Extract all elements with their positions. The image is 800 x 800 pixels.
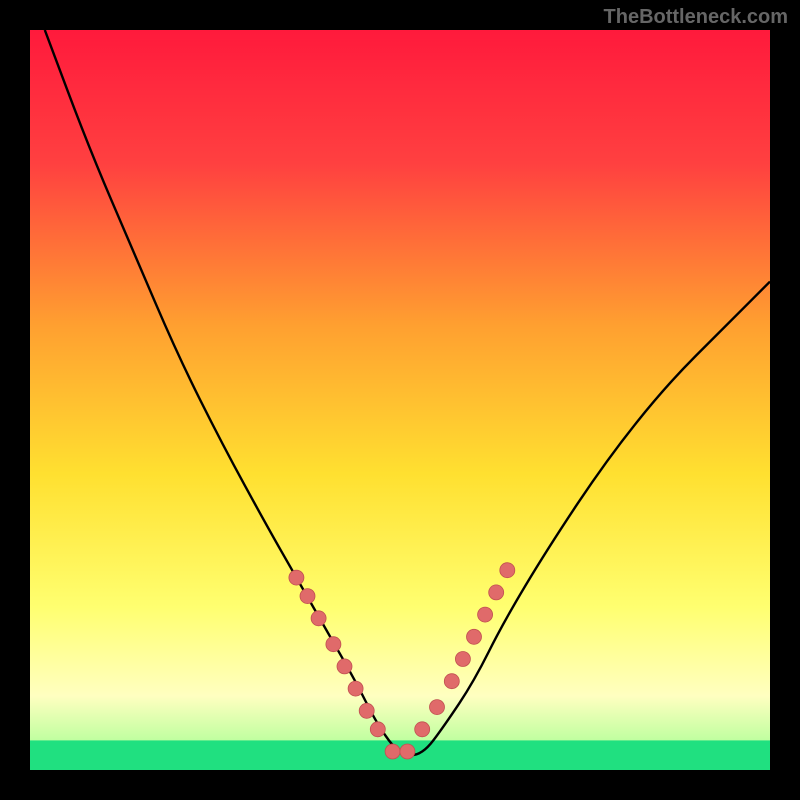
watermark-text: TheBottleneck.com	[604, 6, 788, 29]
green-strip	[30, 740, 770, 770]
curve-marker	[337, 659, 352, 674]
curve-marker	[348, 681, 363, 696]
bottleneck-chart	[30, 30, 770, 770]
chart-container: TheBottleneck.com	[0, 0, 800, 800]
curve-marker	[500, 563, 515, 578]
curve-marker	[444, 674, 459, 689]
curve-marker	[430, 700, 445, 715]
curve-marker	[467, 629, 482, 644]
curve-marker	[359, 703, 374, 718]
curve-marker	[489, 585, 504, 600]
curve-marker	[400, 744, 415, 759]
curve-marker	[455, 652, 470, 667]
curve-marker	[300, 589, 315, 604]
curve-marker	[478, 607, 493, 622]
curve-marker	[311, 611, 326, 626]
curve-marker	[289, 570, 304, 585]
curve-marker	[385, 744, 400, 759]
curve-marker	[370, 722, 385, 737]
curve-marker	[415, 722, 430, 737]
gradient-background	[30, 30, 770, 770]
curve-marker	[326, 637, 341, 652]
